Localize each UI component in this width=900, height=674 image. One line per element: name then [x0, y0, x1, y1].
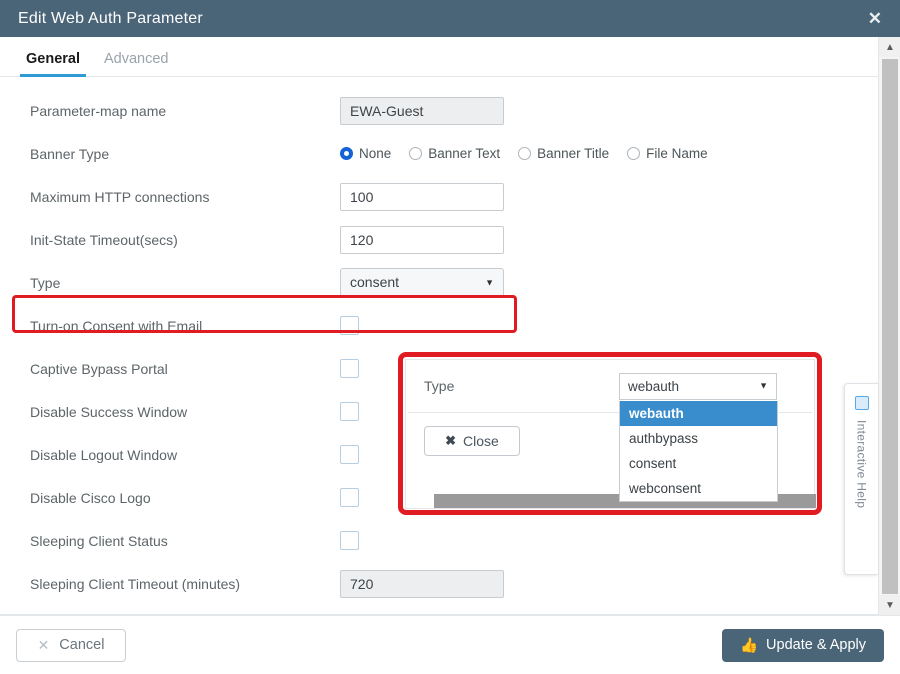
checkbox-sleeping-client-status[interactable] [340, 531, 359, 550]
label-sleeping-client-status: Sleeping Client Status [30, 532, 168, 549]
radio-label-file-name: File Name [646, 146, 708, 161]
row-type: Type consent ▼ [0, 261, 900, 304]
sleeping-client-timeout-input[interactable]: 720 [340, 569, 504, 598]
help-panel-icon [854, 396, 869, 410]
dropdown-option-webauth[interactable]: webauth [620, 401, 777, 426]
checkbox-captive-bypass-portal[interactable] [340, 359, 359, 378]
label-captive-bypass-portal: Captive Bypass Portal [30, 360, 168, 377]
label-parameter-map-name: Parameter-map name [30, 102, 167, 119]
row-banner-type: Banner Type None Banner Text Banner Titl… [0, 132, 900, 175]
label-type: Type [30, 274, 61, 291]
row-sleeping-client-status: Sleeping Client Status [0, 519, 900, 562]
radio-option-file-name[interactable]: File Name [627, 146, 708, 161]
close-icon: ✕ [37, 636, 50, 653]
checkbox-disable-success-window[interactable] [340, 402, 359, 421]
dialog-titlebar: Edit Web Auth Parameter ✕ [0, 0, 900, 37]
label-banner-type: Banner Type [30, 145, 110, 162]
general-form: Parameter-map name EWA-Guest Banner Type… [0, 77, 900, 605]
label-disable-success-window: Disable Success Window [30, 403, 188, 420]
dialog-title: Edit Web Auth Parameter [18, 9, 203, 27]
cancel-button[interactable]: ✕ Cancel [16, 628, 126, 662]
chevron-down-icon: ▼ [485, 277, 494, 287]
interactive-help-label: Interactive Help [854, 420, 869, 509]
edit-web-auth-parameter-dialog: Edit Web Auth Parameter ✕ General Advanc… [0, 0, 900, 674]
row-sleeping-client-timeout: Sleeping Client Timeout (minutes) 720 [0, 562, 900, 605]
tab-bar: General Advanced [0, 37, 900, 77]
tab-advanced[interactable]: Advanced [92, 51, 181, 76]
thumbs-up-icon: 👍 [739, 637, 759, 654]
init-state-timeout-input[interactable]: 120 [340, 225, 504, 254]
radio-icon-file-name [627, 147, 641, 160]
label-disable-logout-window: Disable Logout Window [30, 446, 178, 463]
overlay-type-select[interactable]: webauth ▼ [619, 372, 777, 400]
update-and-apply-button[interactable]: 👍 Update & Apply [721, 628, 884, 662]
radio-option-banner-title[interactable]: Banner Title [518, 146, 609, 161]
chevron-down-icon: ▼ [759, 380, 768, 391]
overlay-close-label: Close [463, 433, 499, 449]
type-select-value: consent [350, 274, 400, 290]
radio-icon-banner-title [518, 147, 532, 160]
row-parameter-map-name: Parameter-map name EWA-Guest [0, 89, 900, 132]
dropdown-option-webconsent[interactable]: webconsent [620, 476, 777, 501]
label-disable-cisco-logo: Disable Cisco Logo [30, 489, 151, 506]
overlay-label-type: Type [424, 378, 455, 394]
close-icon[interactable]: ✕ [864, 8, 886, 29]
banner-type-radio-group: None Banner Text Banner Title File Name [340, 146, 708, 161]
type-select[interactable]: consent ▼ [340, 268, 504, 297]
type-dropdown-list: webauth authbypass consent webconsent [619, 401, 778, 502]
update-and-apply-label: Update & Apply [766, 637, 866, 653]
row-init-state-timeout: Init-State Timeout(secs) 120 [0, 218, 900, 261]
radio-label-banner-text: Banner Text [428, 146, 501, 161]
interactive-help-tab[interactable]: Interactive Help [844, 383, 878, 575]
type-overlay-panel: Type webauth ▼ ✖ Close webauth authbypas… [405, 359, 816, 509]
vertical-scrollbar[interactable]: ▲ ▼ [878, 37, 900, 615]
radio-option-banner-text[interactable]: Banner Text [409, 146, 500, 161]
cancel-button-label: Cancel [59, 637, 105, 653]
row-turn-on-consent-with-email: Turn-on Consent with Email [0, 304, 900, 347]
close-icon: ✖ [445, 433, 457, 448]
dialog-footer: ✕ Cancel 👍 Update & Apply [0, 615, 900, 674]
radio-label-banner-title: Banner Title [537, 146, 610, 161]
overlay-type-select-value: webauth [628, 378, 680, 394]
checkbox-turn-on-consent-with-email[interactable] [340, 316, 359, 335]
chevron-down-icon[interactable]: ▼ [879, 595, 900, 615]
label-sleeping-client-timeout: Sleeping Client Timeout (minutes) [30, 575, 241, 592]
parameter-map-name-input[interactable]: EWA-Guest [340, 96, 504, 125]
label-max-http-connections: Maximum HTTP connections [30, 188, 210, 205]
max-http-connections-input[interactable]: 100 [340, 182, 504, 211]
label-turn-on-consent-with-email: Turn-on Consent with Email [30, 317, 203, 334]
tab-general[interactable]: General [14, 51, 92, 77]
radio-option-none[interactable]: None [340, 146, 391, 161]
chevron-up-icon[interactable]: ▲ [879, 37, 900, 57]
checkbox-disable-cisco-logo[interactable] [340, 488, 359, 507]
row-max-http-connections: Maximum HTTP connections 100 [0, 175, 900, 218]
checkbox-disable-logout-window[interactable] [340, 445, 359, 464]
dropdown-option-authbypass[interactable]: authbypass [620, 426, 777, 451]
label-init-state-timeout: Init-State Timeout(secs) [30, 231, 178, 248]
scrollbar-thumb[interactable] [882, 59, 898, 594]
overlay-close-button[interactable]: ✖ Close [424, 426, 520, 456]
radio-icon-none [340, 147, 353, 160]
radio-label-none: None [359, 146, 392, 161]
dialog-body: General Advanced Parameter-map name EWA-… [0, 37, 900, 615]
radio-icon-banner-text [409, 147, 423, 160]
dropdown-option-consent[interactable]: consent [620, 451, 777, 476]
